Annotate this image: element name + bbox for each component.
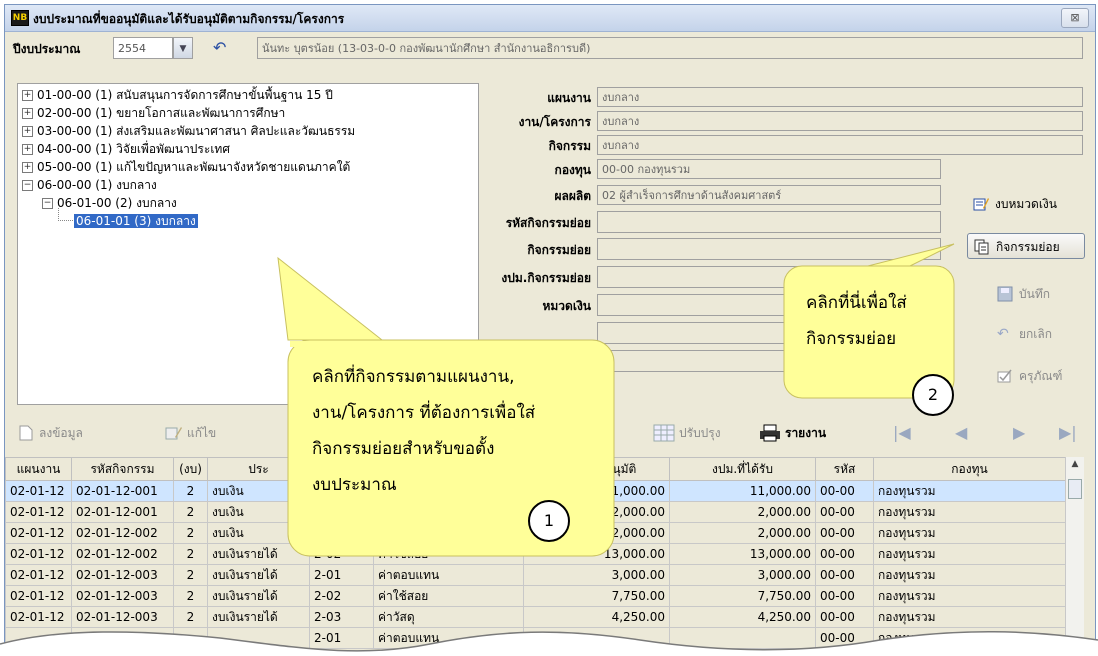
callout-1-line-1: คลิกที่กิจกรรมตามแผนงาน,	[312, 367, 515, 387]
callout-1-line-2: งาน/โครงการ ที่ต้องการเพื่อใส่	[312, 403, 536, 423]
callout-shapes	[277, 243, 955, 557]
step-1-badge: 1	[528, 500, 570, 542]
callout-1-line-4: งบประมาณ	[312, 475, 397, 495]
callout-1-line-3: กิจกรรมย่อยสำหรับขอตั้ง	[312, 439, 495, 459]
callout-2-line-1: คลิกที่นี่เพื่อใส่	[806, 293, 907, 313]
step-2-badge: 2	[912, 374, 954, 416]
callout-2-line-2: กิจกรรมย่อย	[806, 329, 897, 349]
